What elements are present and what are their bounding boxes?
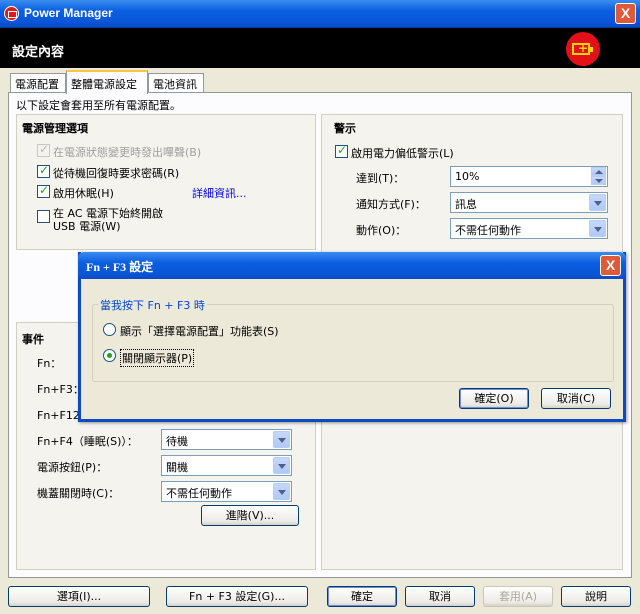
- alarm-title: 警示: [334, 122, 356, 135]
- apply-button-label: 套用(A): [498, 590, 538, 603]
- fn-f4-value: 待機: [166, 435, 188, 448]
- reach-value: 10%: [455, 170, 480, 183]
- window-title: Power Manager: [24, 6, 113, 20]
- window-title-bar: Power Manager X: [0, 0, 640, 28]
- low-battery-alarm-checkbox[interactable]: [335, 143, 348, 158]
- options-button-label: 選項(I)...: [56, 590, 102, 603]
- dialog-title: Fn + F3 設定: [86, 260, 154, 274]
- beep-label: 在電源狀態變更時發出嗶聲(B): [53, 146, 202, 159]
- notify-value: 訊息: [455, 198, 477, 211]
- action-label: 動作(O)：: [356, 224, 407, 237]
- power-button-label: 電源按鈕(P)：: [37, 461, 108, 474]
- events-title: 事件: [22, 333, 44, 346]
- fn-f3-settings-button-label: Fn + F3 設定(G)...: [189, 590, 285, 603]
- help-button[interactable]: 說明: [561, 586, 631, 607]
- close-icon: X: [620, 5, 631, 21]
- tab-label: 電池資訊: [153, 78, 197, 91]
- power-button-dropdown[interactable]: 關機: [161, 455, 292, 476]
- options-button[interactable]: 選項(I)...: [8, 586, 150, 607]
- notify-dropdown[interactable]: 訊息: [450, 192, 608, 213]
- dialog-close-button[interactable]: X: [600, 255, 621, 276]
- usb-power-label-line2[interactable]: USB 電源(W): [53, 218, 121, 234]
- dialog-ok-button[interactable]: 確定(O): [459, 388, 529, 409]
- ok-button[interactable]: 確定: [327, 586, 397, 607]
- chevron-down-icon[interactable]: [273, 457, 290, 474]
- apply-button: 套用(A): [483, 586, 553, 607]
- power-options-title: 電源管理選項: [22, 122, 88, 135]
- reach-spinner[interactable]: 10%: [450, 166, 608, 187]
- show-power-scheme-menu-radio[interactable]: [103, 323, 116, 336]
- fn-label: Fn：: [37, 357, 62, 370]
- dialog-option-group: [92, 304, 614, 382]
- tab-label: 整體電源設定: [71, 78, 137, 91]
- show-power-scheme-menu-label[interactable]: 顯示「選擇電源配置」功能表(S): [120, 323, 279, 339]
- details-link[interactable]: 詳細資訊...: [192, 185, 247, 201]
- low-battery-alarm-label[interactable]: 啟用電力偏低警示(L): [351, 145, 454, 161]
- dialog-cancel-label: 取消(C): [556, 392, 596, 405]
- header-banner: 設定內容: [0, 28, 640, 68]
- power-manager-app-icon: [4, 6, 19, 21]
- chevron-down-icon[interactable]: [589, 220, 606, 237]
- lid-close-label: 機蓋關閉時(C)：: [37, 487, 120, 500]
- fn-f4-dropdown[interactable]: 待機: [161, 429, 292, 450]
- advanced-button-label: 進階(V)...: [225, 509, 275, 522]
- tab-power-schemes[interactable]: 電源配置: [10, 73, 66, 92]
- notify-label: 通知方式(F)：: [356, 198, 426, 211]
- action-value: 不需任何動作: [455, 224, 521, 237]
- tab-label: 電源配置: [15, 78, 59, 91]
- cancel-button[interactable]: 取消: [405, 586, 475, 607]
- lid-close-dropdown[interactable]: 不需任何動作: [161, 481, 292, 502]
- turn-off-display-radio[interactable]: [103, 349, 116, 362]
- tab-battery-info[interactable]: 電池資訊: [148, 73, 204, 92]
- cancel-button-label: 取消: [429, 590, 451, 603]
- hibernate-label[interactable]: 啟用休眠(H): [53, 185, 114, 201]
- tab-global-power-settings[interactable]: 整體電源設定: [66, 70, 148, 94]
- usb-power-checkbox[interactable]: [37, 210, 50, 223]
- intro-text: 以下設定會套用至所有電源配置。: [16, 99, 181, 112]
- turn-off-display-label[interactable]: 關閉顯示器(P): [120, 349, 195, 367]
- spin-up-icon[interactable]: [591, 167, 606, 176]
- fn-f4-label: Fn+F4（睡眠(S)）：: [37, 435, 138, 448]
- window-close-button[interactable]: X: [615, 3, 636, 24]
- chevron-down-icon[interactable]: [273, 483, 290, 500]
- chevron-down-icon[interactable]: [589, 194, 606, 211]
- spin-down-icon[interactable]: [591, 176, 606, 185]
- help-button-label: 說明: [585, 590, 607, 603]
- hibernate-checkbox[interactable]: [37, 183, 50, 198]
- password-label[interactable]: 從待機回復時要求密碼(R): [53, 165, 179, 181]
- reach-label: 達到(T)：: [356, 172, 405, 185]
- close-icon: X: [605, 257, 616, 273]
- advanced-button[interactable]: 進階(V)...: [201, 505, 299, 526]
- dialog-cancel-button[interactable]: 取消(C): [541, 388, 611, 409]
- page-title: 設定內容: [12, 45, 65, 60]
- fn-f3-settings-button[interactable]: Fn + F3 設定(G)...: [166, 586, 308, 607]
- password-checkbox[interactable]: [37, 163, 50, 178]
- fn-f3-label: Fn+F3：: [37, 383, 84, 396]
- dialog-group-legend: 當我按下 Fn + F3 時: [98, 297, 207, 313]
- chevron-down-icon[interactable]: [273, 431, 290, 448]
- dialog-title-bar: Fn + F3 設定 X: [78, 252, 626, 279]
- lid-close-value: 不需任何動作: [166, 487, 232, 500]
- battery-icon: [566, 32, 600, 66]
- ok-button-label: 確定: [351, 590, 373, 603]
- action-dropdown[interactable]: 不需任何動作: [450, 218, 608, 239]
- power-button-value: 關機: [166, 461, 188, 474]
- beep-checkbox: [37, 142, 50, 157]
- dialog-ok-label: 確定(O): [474, 392, 514, 405]
